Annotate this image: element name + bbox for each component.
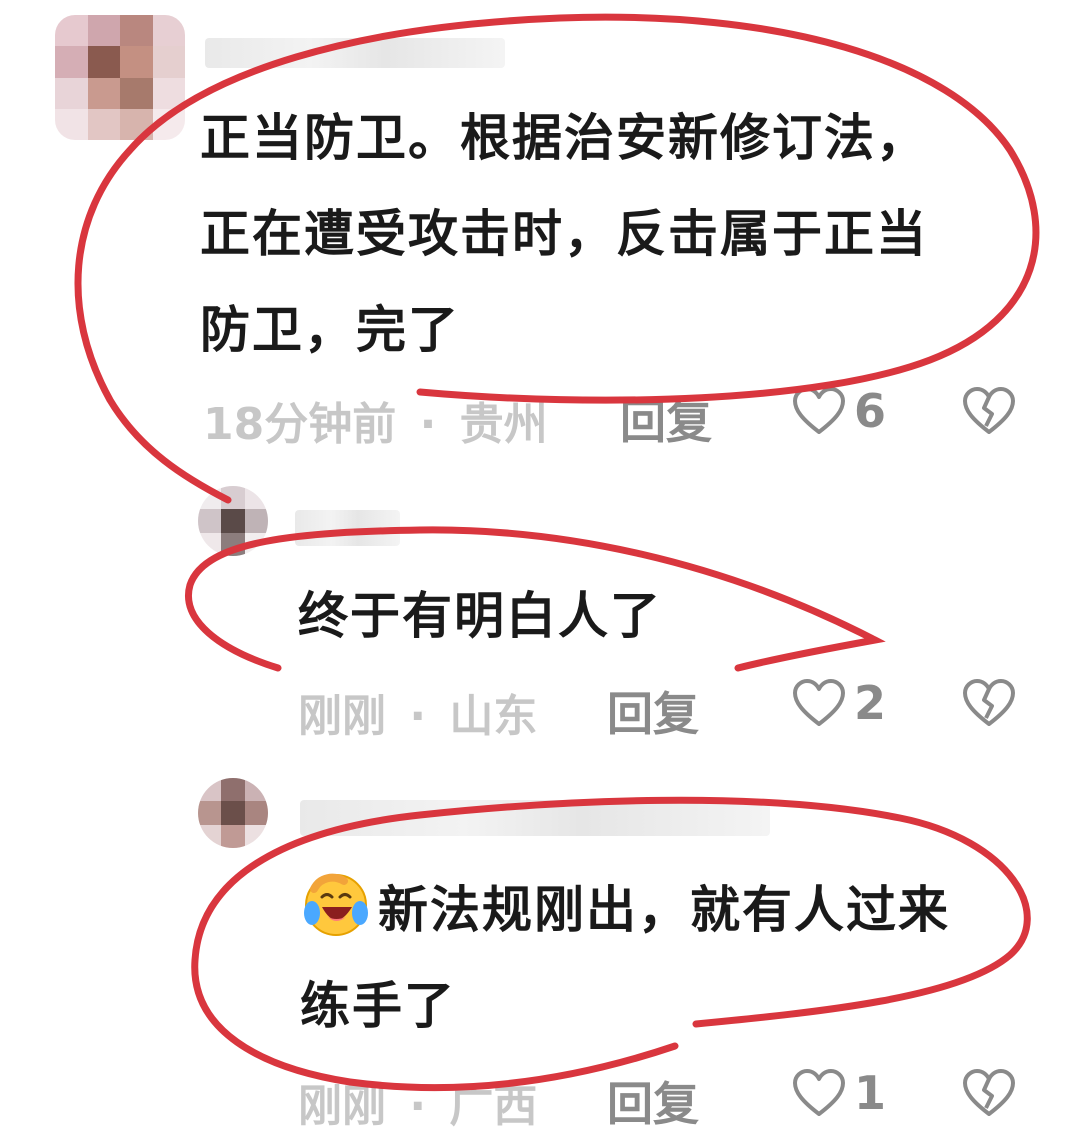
username-blurred[interactable]: [295, 510, 400, 546]
reply-button[interactable]: 回复: [620, 386, 712, 452]
broken-heart-icon: [963, 387, 1015, 434]
like-count: 2: [854, 676, 887, 730]
location: 山东: [449, 691, 538, 742]
comment-meta: 18分钟前 · 贵州: [203, 388, 548, 452]
avatar-pixel: [55, 77, 88, 109]
avatar-pixel: [221, 532, 245, 556]
comment-text: 正当防卫。根据治安新修订法， 正在遭受攻击时，反击属于正当 防卫，完了: [200, 90, 928, 378]
heart-icon: [792, 678, 846, 728]
comment-line: 终于有明白人了: [298, 587, 662, 645]
avatar-pixel: [152, 46, 185, 78]
avatar-pixel: [221, 824, 245, 848]
like-button[interactable]: 2: [792, 676, 886, 730]
avatar-pixel: [198, 509, 222, 533]
avatar-pixel: [120, 46, 153, 78]
username-blurred[interactable]: [300, 800, 770, 836]
avatar-pixel: [120, 15, 153, 47]
avatar-pixel: [244, 801, 268, 825]
avatar-pixel: [55, 108, 88, 140]
broken-heart-icon: [963, 679, 1015, 726]
avatar-pixel: [87, 108, 120, 140]
avatar-pixel: [244, 532, 268, 556]
avatar-pixel: [244, 824, 268, 848]
dislike-button[interactable]: [962, 1068, 1016, 1118]
comment-meta: 刚刚 · 山东: [298, 680, 537, 744]
avatar-pixel: [87, 15, 120, 47]
avatar-pixel: [198, 532, 222, 556]
avatar-pixel: [87, 46, 120, 78]
avatar-pixel: [244, 509, 268, 533]
dislike-button[interactable]: [962, 386, 1016, 436]
avatar-pixel: [152, 15, 185, 47]
username-blurred[interactable]: [205, 38, 505, 68]
avatar-pixel: [221, 801, 245, 825]
timestamp: 18分钟前: [203, 399, 397, 450]
meta-separator: ·: [409, 1081, 427, 1132]
heart-icon: [792, 1068, 846, 1118]
avatar-pixel: [87, 77, 120, 109]
heart-icon: [792, 386, 846, 436]
avatar-pixel: [152, 77, 185, 109]
avatar[interactable]: [55, 15, 185, 140]
avatar-pixel: [55, 46, 88, 78]
avatar-pixel: [55, 15, 88, 47]
comment-line: 正当防卫。根据治安新修订法，: [200, 109, 928, 167]
dislike-button[interactable]: [962, 678, 1016, 728]
avatar-pixel: [198, 824, 222, 848]
comment-text: 新法规刚出，就有人过来 练手了: [300, 862, 950, 1054]
avatar-pixel: [221, 486, 245, 510]
meta-separator: ·: [409, 691, 427, 742]
meta-separator: ·: [419, 399, 437, 450]
location: 广西: [449, 1081, 538, 1132]
timestamp: 刚刚: [298, 691, 386, 742]
like-count: 6: [854, 384, 887, 438]
avatar-pixel: [120, 77, 153, 109]
location: 贵州: [459, 399, 548, 450]
avatar-pixel: [221, 509, 245, 533]
comment-line: 正在遭受攻击时，反击属于正当: [200, 205, 928, 263]
avatar-pixel: [244, 778, 268, 802]
avatar-pixel: [152, 108, 185, 140]
timestamp: 刚刚: [298, 1081, 386, 1132]
crying-laughing-emoji-icon: [300, 867, 372, 939]
reply-button[interactable]: 回复: [607, 678, 699, 744]
comment-line-text: 新法规刚出，就有人过来: [378, 881, 950, 939]
avatar-pixel: [244, 486, 268, 510]
like-button[interactable]: 6: [792, 384, 886, 438]
avatar-pixel: [198, 486, 222, 510]
avatar[interactable]: [198, 486, 268, 556]
comment-meta: 刚刚 · 广西: [298, 1070, 537, 1134]
avatar-pixel: [221, 778, 245, 802]
broken-heart-icon: [963, 1069, 1015, 1116]
reply-button[interactable]: 回复: [607, 1068, 699, 1134]
comment-line: 防卫，完了: [200, 301, 460, 359]
avatar-pixel: [120, 108, 153, 140]
comment-line: 练手了: [300, 977, 456, 1035]
avatar[interactable]: [198, 778, 268, 848]
like-count: 1: [854, 1066, 887, 1120]
avatar-pixel: [198, 778, 222, 802]
avatar-pixel: [198, 801, 222, 825]
comment-line: 新法规刚出，就有人过来: [300, 862, 950, 958]
like-button[interactable]: 1: [792, 1066, 886, 1120]
comment-text: 终于有明白人了: [298, 568, 662, 664]
